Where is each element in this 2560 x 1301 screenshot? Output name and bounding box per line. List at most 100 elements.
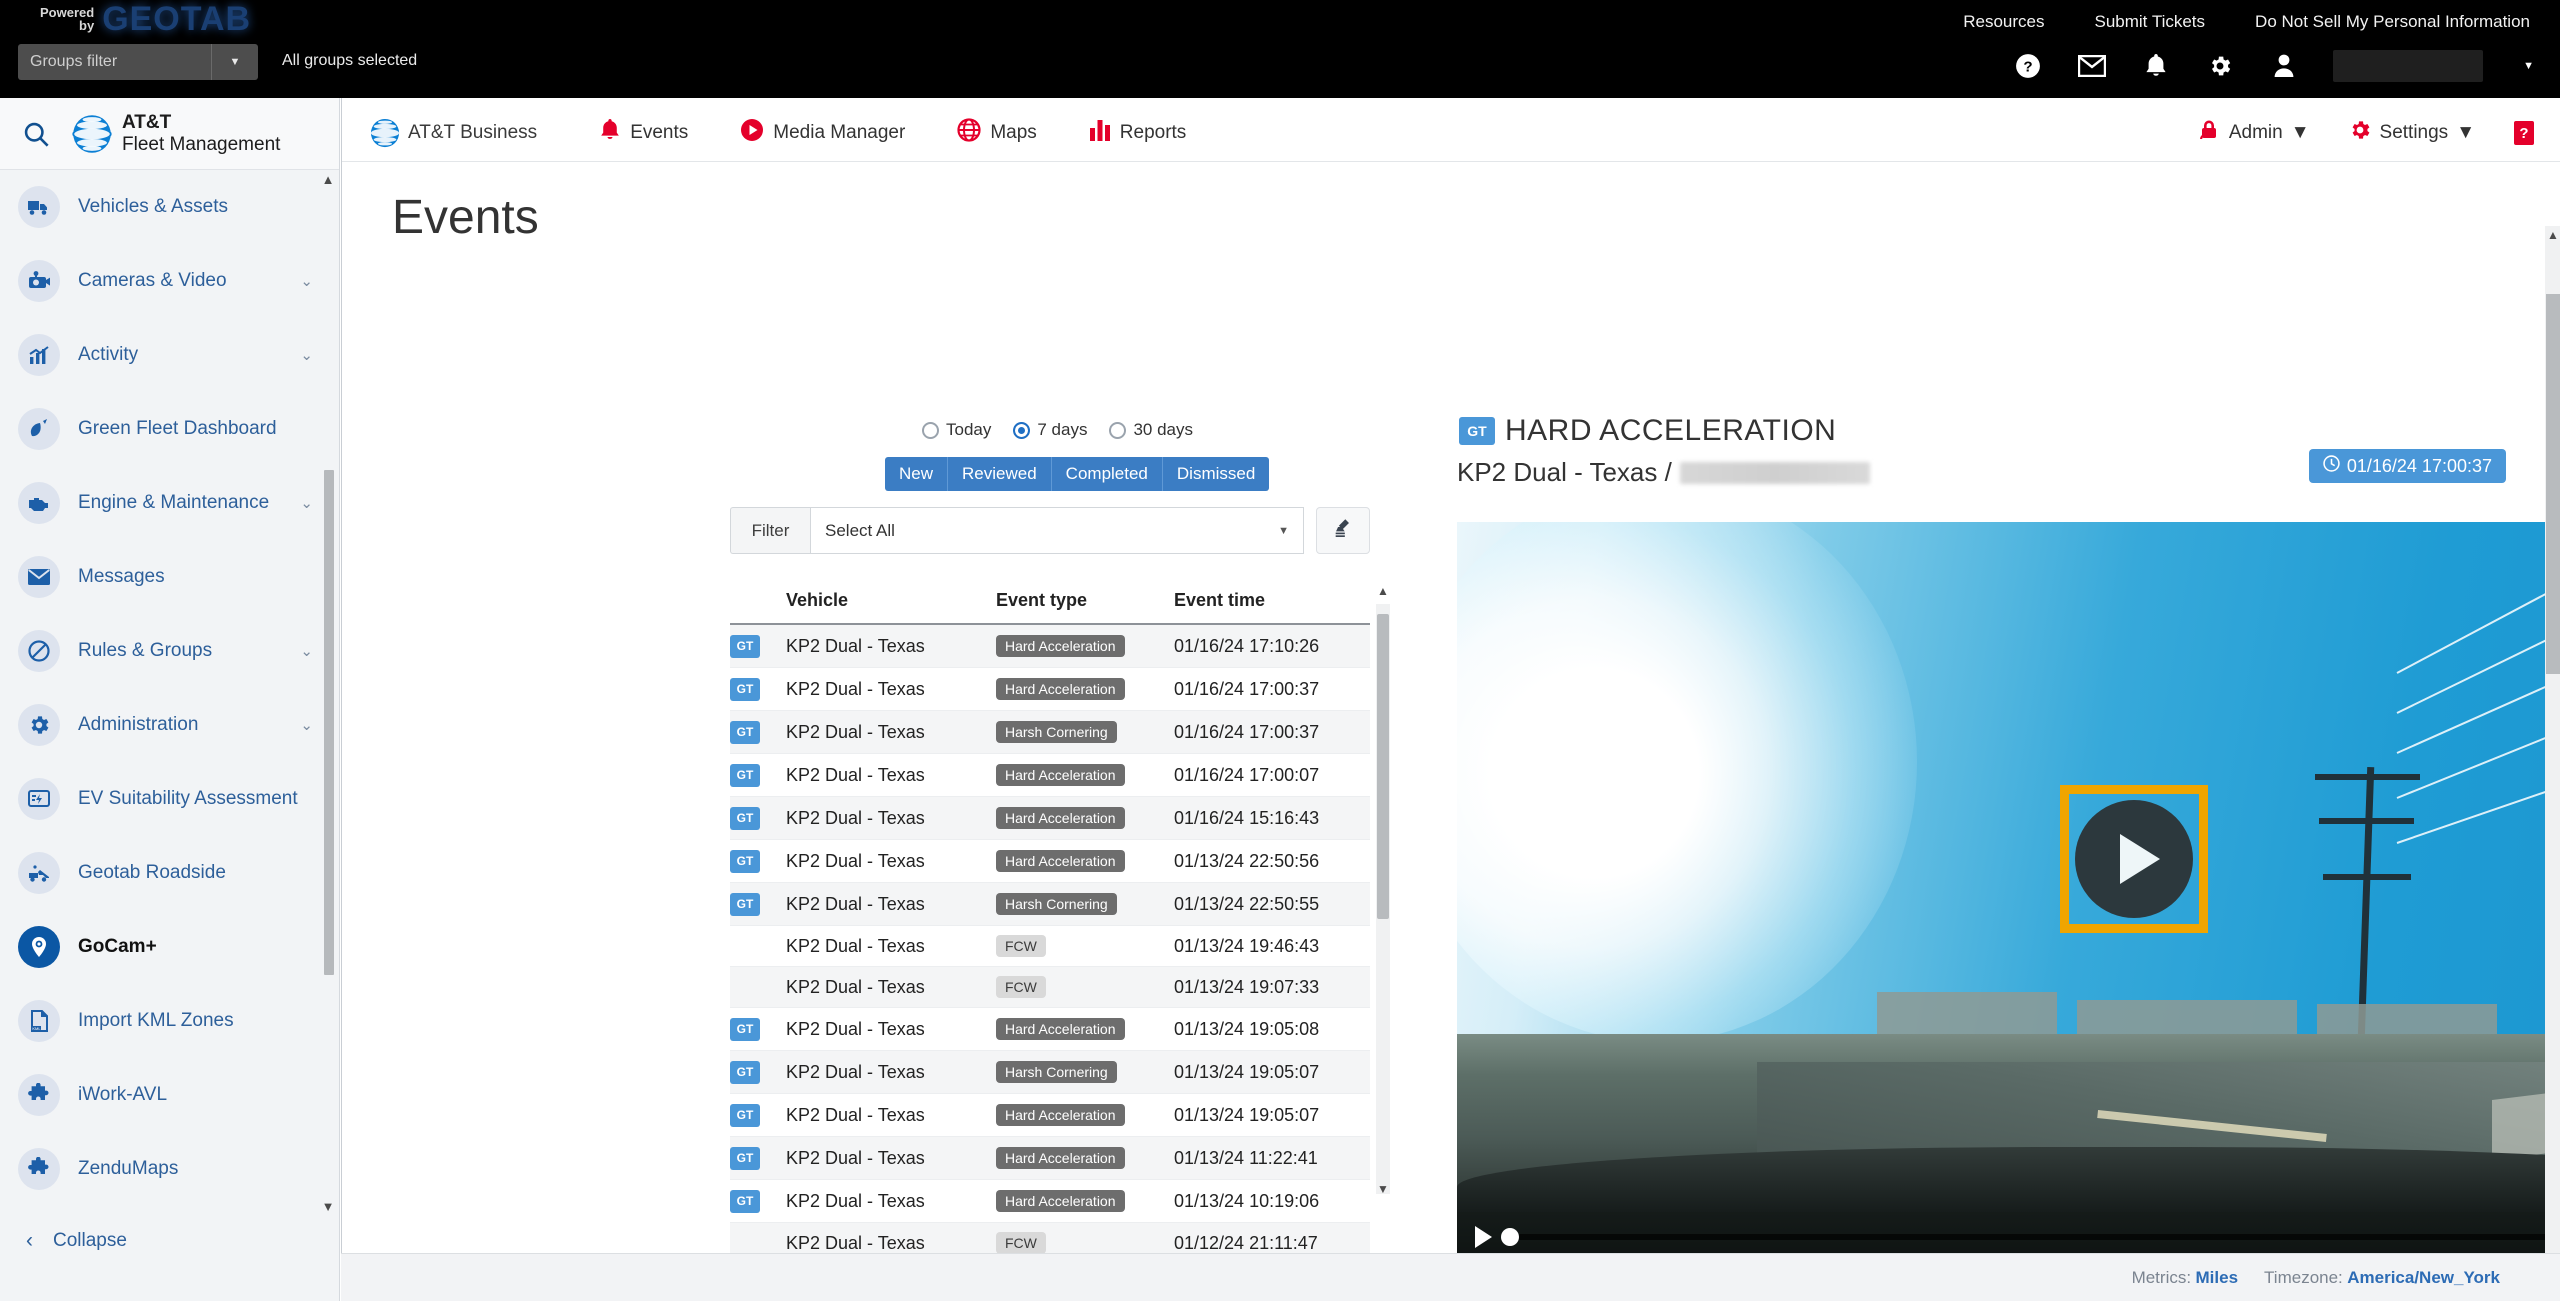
table-row[interactable]: GT KP2 Dual - Texas Hard Acceleration 01/13… <box>730 839 1370 883</box>
row-gt-badge-cell: GT <box>730 796 786 840</box>
events-table-scrollbar[interactable]: ▲ ▼ <box>1376 584 1390 1196</box>
sidebar-item-rules-groups[interactable]: Rules & Groups ⌄ <box>0 614 339 688</box>
bell-icon[interactable] <box>2141 51 2171 81</box>
page-title: Events <box>392 191 539 244</box>
chevron-down-icon[interactable]: ▼ <box>2523 60 2534 72</box>
sidebar-item-messages[interactable]: Messages <box>0 540 339 614</box>
user-icon[interactable] <box>2269 51 2299 81</box>
gt-badge-icon: GT <box>730 678 760 701</box>
sidebar-item-label: Import KML Zones <box>78 1010 234 1031</box>
event-type-pill: Hard Acceleration <box>996 807 1125 829</box>
sidebar-collapse-button[interactable]: ‹ Collapse <box>0 1215 340 1267</box>
nav-tab-reports[interactable]: Reports <box>1089 118 1186 148</box>
sidebar-scrollbar[interactable]: ▲ ▼ <box>321 170 335 1218</box>
scroll-up-arrow-icon[interactable]: ▲ <box>1376 584 1390 598</box>
admin-menu[interactable]: Admin ▼ <box>2197 118 2310 148</box>
link-resources[interactable]: Resources <box>1963 12 2044 32</box>
radio-7-days[interactable]: 7 days <box>1013 420 1087 440</box>
chevron-down-icon[interactable]: ▼ <box>212 56 258 68</box>
sidebar-item-label: iWork-AVL <box>78 1084 168 1105</box>
nav-tab-maps[interactable]: Maps <box>957 117 1037 148</box>
table-row[interactable]: GT KP2 Dual - Texas Hard Acceleration 01/16… <box>730 796 1370 840</box>
radio-30-days[interactable]: 30 days <box>1109 420 1193 440</box>
chevron-down-icon[interactable]: ▼ <box>1278 525 1289 537</box>
help-book-icon[interactable]: ? <box>2513 120 2535 146</box>
row-vehicle: KP2 Dual - Texas <box>786 925 996 967</box>
chevron-down-icon[interactable]: ⌄ <box>300 494 313 512</box>
settings-menu[interactable]: Settings ▼ <box>2348 118 2475 148</box>
event-video-player[interactable]: 0:00 / 0:21 <box>1457 522 2560 1262</box>
scroll-up-arrow-icon[interactable]: ▲ <box>321 172 335 187</box>
search-icon[interactable] <box>0 120 72 148</box>
table-row[interactable]: KP2 Dual - Texas FCW 01/13/24 19:46:43 <box>730 925 1370 967</box>
scroll-down-arrow-icon[interactable]: ▼ <box>1376 1182 1390 1196</box>
timezone-value[interactable]: America/New_York <box>2347 1268 2500 1287</box>
metrics-value[interactable]: Miles <box>2196 1268 2239 1287</box>
chevron-down-icon[interactable]: ⌄ <box>300 642 313 660</box>
play-button[interactable] <box>1475 1226 1492 1248</box>
geotab-wordmark: GEOTAB <box>102 0 252 38</box>
nav-tab-media-manager[interactable]: Media Manager <box>740 118 905 148</box>
status-button-reviewed[interactable]: Reviewed <box>948 457 1052 491</box>
groups-filter-dropdown[interactable]: Groups filter ▼ <box>18 44 258 80</box>
nav-tab-events[interactable]: Events <box>599 118 688 148</box>
link-do-not-sell[interactable]: Do Not Sell My Personal Information <box>2255 12 2530 32</box>
video-progress-bar[interactable] <box>1501 1228 2560 1246</box>
table-row[interactable]: GT KP2 Dual - Texas Hard Acceleration 01/13… <box>730 1179 1370 1223</box>
scroll-down-arrow-icon[interactable]: ▼ <box>321 1199 335 1214</box>
sidebar-item-activity[interactable]: Activity ⌄ <box>0 318 339 392</box>
sidebar-item-zendumaps[interactable]: ZenduMaps <box>0 1132 339 1206</box>
clear-filter-button[interactable] <box>1316 507 1370 554</box>
sidebar-item-vehicles-assets[interactable]: Vehicles & Assets <box>0 170 339 244</box>
scrollbar-thumb[interactable] <box>324 470 334 975</box>
sidebar-item-ev-suitability-assessment[interactable]: EV Suitability Assessment <box>0 762 339 836</box>
table-row[interactable]: GT KP2 Dual - Texas Harsh Cornering 01/16/2… <box>730 710 1370 754</box>
groups-filter-input[interactable]: Groups filter <box>18 53 211 71</box>
table-row[interactable]: KP2 Dual - Texas FCW 01/13/24 19:07:33 <box>730 966 1370 1008</box>
sidebar-item-green-fleet-dashboard[interactable]: Green Fleet Dashboard <box>0 392 339 466</box>
main-scrollbar[interactable]: ▲ ▼ <box>2545 226 2560 1301</box>
filter-select[interactable]: Select All ▼ <box>810 507 1304 554</box>
chevron-down-icon[interactable]: ▼ <box>2291 122 2310 144</box>
sidebar-item-label: Green Fleet Dashboard <box>78 418 277 439</box>
app-header-right: Admin ▼ Settings ▼ ? <box>2197 104 2535 162</box>
chevron-down-icon[interactable]: ⌄ <box>300 716 313 734</box>
chevron-down-icon[interactable]: ⌄ <box>300 346 313 364</box>
sidebar-item-gocam-plus[interactable]: GoCam+ <box>0 910 339 984</box>
table-row[interactable]: GT KP2 Dual - Texas Hard Acceleration 01/13… <box>730 1136 1370 1180</box>
table-row[interactable]: GT KP2 Dual - Texas Hard Acceleration 01/16… <box>730 753 1370 797</box>
chevron-down-icon[interactable]: ▼ <box>2456 122 2475 144</box>
puzzle-icon <box>18 1074 60 1116</box>
link-submit-tickets[interactable]: Submit Tickets <box>2095 12 2206 32</box>
sidebar-item-engine-maintenance[interactable]: Engine & Maintenance ⌄ <box>0 466 339 540</box>
table-row[interactable]: GT KP2 Dual - Texas Hard Acceleration 01/16… <box>730 624 1370 668</box>
help-icon[interactable]: ? <box>2013 51 2043 81</box>
chevron-down-icon[interactable]: ⌄ <box>300 272 313 290</box>
progress-handle[interactable] <box>1501 1228 1519 1246</box>
user-name-field[interactable] <box>2333 50 2484 82</box>
table-row[interactable]: GT KP2 Dual - Texas Hard Acceleration 01/13… <box>730 1007 1370 1051</box>
table-row[interactable]: GT KP2 Dual - Texas Harsh Cornering 01/13/2… <box>730 1050 1370 1094</box>
table-row[interactable]: GT KP2 Dual - Texas Hard Acceleration 01/13… <box>730 1093 1370 1137</box>
scrollbar-thumb[interactable] <box>1377 614 1389 919</box>
scroll-up-arrow-icon[interactable]: ▲ <box>2545 228 2560 242</box>
gt-badge-icon: GT <box>730 1147 760 1170</box>
scrollbar-thumb[interactable] <box>2546 294 2560 674</box>
sidebar-item-iwork-avl[interactable]: iWork-AVL <box>0 1058 339 1132</box>
sidebar-item-import-kml-zones[interactable]: KML Import KML Zones <box>0 984 339 1058</box>
sidebar-item-geotab-roadside[interactable]: Geotab Roadside <box>0 836 339 910</box>
mail-icon[interactable] <box>2077 51 2107 81</box>
gear-icon[interactable] <box>2205 51 2235 81</box>
kml-file-icon: KML <box>18 1000 60 1042</box>
play-overlay-icon[interactable] <box>2060 785 2208 933</box>
row-gt-badge-cell: GT <box>730 1007 786 1051</box>
status-button-dismissed[interactable]: Dismissed <box>1162 457 1270 491</box>
event-type-pill: FCW <box>996 976 1046 998</box>
table-row[interactable]: GT KP2 Dual - Texas Hard Acceleration 01/16… <box>730 667 1370 711</box>
sidebar-item-cameras-video[interactable]: Cameras & Video ⌄ <box>0 244 339 318</box>
radio-today[interactable]: Today <box>922 420 991 440</box>
status-button-completed[interactable]: Completed <box>1051 457 1163 491</box>
sidebar-item-administration[interactable]: Administration ⌄ <box>0 688 339 762</box>
table-row[interactable]: GT KP2 Dual - Texas Harsh Cornering 01/13/2… <box>730 882 1370 926</box>
status-button-new[interactable]: New <box>885 457 949 491</box>
